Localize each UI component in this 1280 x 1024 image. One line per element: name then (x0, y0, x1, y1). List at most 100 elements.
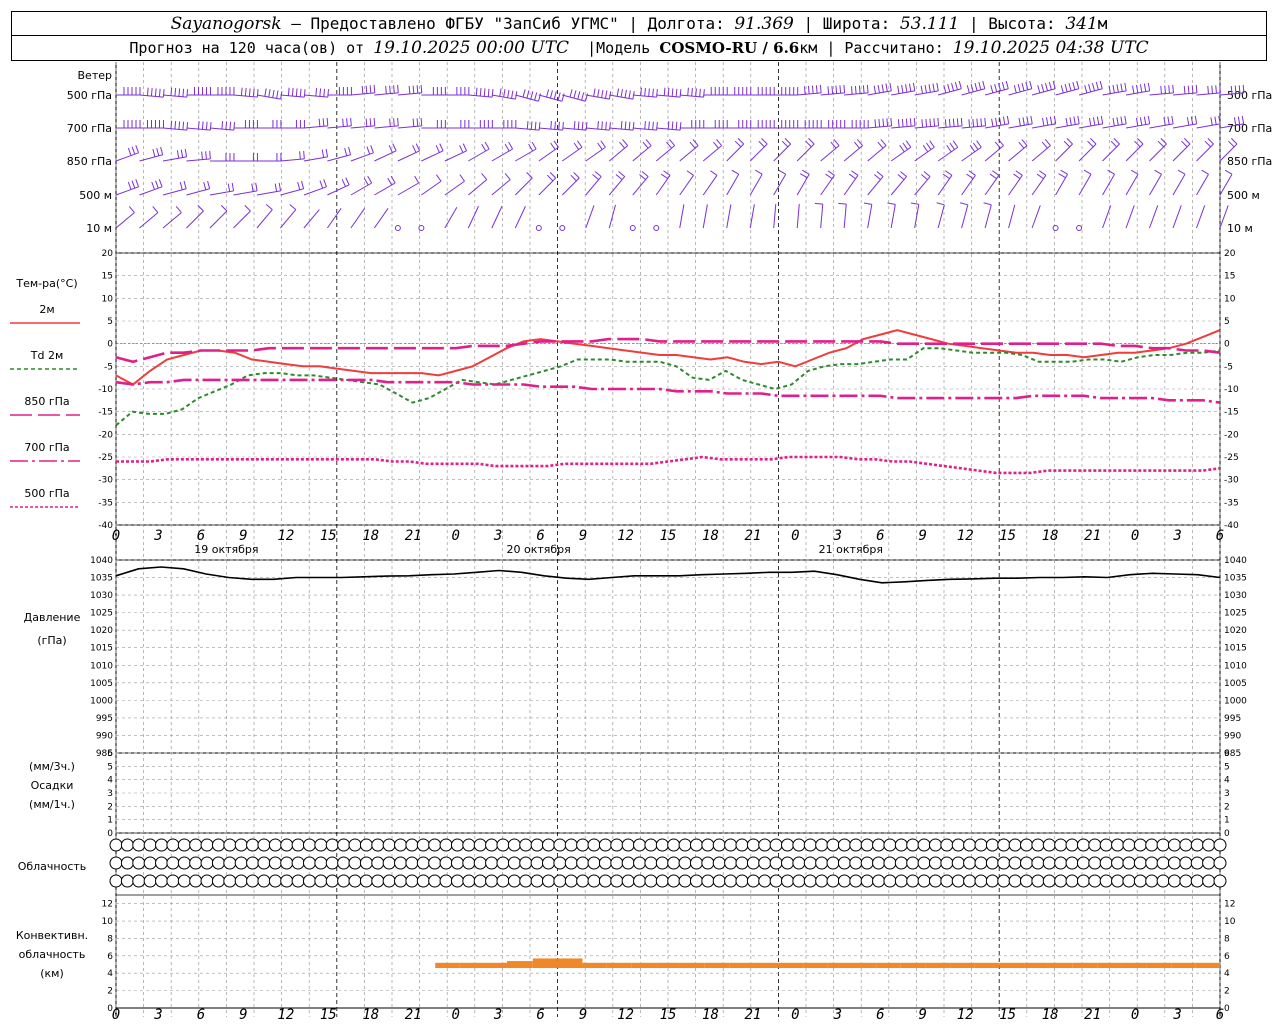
cloud-marker (166, 838, 180, 852)
wind-barb (585, 88, 612, 100)
barb-feather (1068, 83, 1072, 91)
cloud-marker (689, 856, 703, 870)
barb-feather (1065, 117, 1068, 127)
wind-barb (863, 202, 873, 229)
barb-feather (920, 85, 924, 94)
wind-barb (186, 121, 212, 131)
barb-feather (652, 121, 654, 130)
barb-feather (459, 145, 464, 153)
barb-feather (1191, 85, 1194, 94)
x-tick-bottom: 15 (999, 1007, 1016, 1023)
barb-feather (1120, 116, 1123, 125)
barb-feather (481, 143, 487, 152)
precip-tick-left: 2 (107, 802, 113, 812)
wind-barb (209, 153, 235, 162)
barb-feather (387, 177, 393, 186)
barb-feather (932, 83, 935, 92)
wind-barb (1196, 138, 1214, 162)
barb-feather (1095, 81, 1099, 90)
cloud-marker (1054, 874, 1068, 888)
conv-bar (704, 962, 730, 969)
barb-feather (295, 88, 298, 97)
cloud-marker (724, 856, 738, 870)
cloud-marker (109, 856, 123, 870)
barb-feather (483, 88, 486, 97)
precip-tick-right: 1 (1224, 816, 1230, 826)
barb-feather (905, 84, 908, 93)
barb-feather (553, 91, 557, 100)
barb-feather (1041, 84, 1045, 93)
barb-feather (397, 84, 399, 93)
pressure-tick-left: 995 (96, 714, 113, 724)
cloud-marker (109, 838, 123, 852)
barb-feather (1021, 139, 1028, 146)
wind-barb (280, 180, 305, 196)
temp-tick-right: -20 (1224, 430, 1239, 440)
barb-feather (952, 140, 959, 148)
wind-barb (773, 204, 777, 229)
x-tick-top: 3 (1172, 528, 1181, 544)
barb-feather (966, 173, 974, 180)
precip-unit-3h: (мм/3ч.) (29, 760, 75, 773)
wind-barb (444, 174, 465, 196)
cloud-marker (974, 856, 988, 870)
barb-feather (594, 171, 602, 177)
cloud-marker (359, 856, 373, 870)
wind-barb (280, 150, 305, 162)
barb-feather (569, 89, 573, 98)
barb-feather (675, 88, 678, 97)
barb-feather (778, 169, 786, 175)
wind-level-label-right: 10 м (1227, 222, 1253, 235)
barb-feather (921, 174, 928, 181)
barb-feather (538, 122, 541, 131)
barb-feather (889, 82, 892, 91)
cloud-marker (530, 874, 544, 888)
barb-feather (689, 141, 696, 149)
barb-shaft (679, 175, 694, 196)
barb-feather (487, 88, 490, 97)
cloud-marker (314, 874, 328, 888)
pressure-tick-left: 1025 (90, 609, 113, 619)
barb-feather (731, 169, 739, 175)
wind-barb (209, 182, 235, 196)
barb-feather (1088, 84, 1092, 93)
temp-tick-right: -35 (1224, 498, 1239, 508)
cloud-marker (496, 838, 510, 852)
wind-barb (773, 87, 799, 96)
barb-feather (1049, 116, 1053, 125)
cloud-marker (587, 874, 601, 888)
cloud-marker (803, 838, 817, 852)
wind-barb (750, 87, 775, 96)
conv-bar (582, 962, 607, 969)
barb-feather (152, 149, 156, 157)
barb-feather (984, 117, 987, 126)
wind-barb (1149, 84, 1174, 96)
temp-tick-right: 15 (1224, 272, 1235, 282)
barb-feather (491, 89, 494, 98)
wind-barb (562, 121, 588, 131)
barb-feather (557, 92, 561, 101)
barb-feather (186, 122, 189, 131)
barb-shaft (655, 145, 675, 162)
barb-feather (1124, 115, 1127, 124)
cloud-marker (1008, 838, 1022, 852)
cloud-marker (257, 838, 271, 852)
barb-feather (1157, 140, 1165, 148)
barb-feather (628, 90, 631, 99)
cloud-marker (598, 856, 612, 870)
barb-feather (982, 80, 986, 89)
precip-tick-left: 6 (107, 749, 113, 759)
wind-barb (1031, 115, 1057, 129)
x-tick-bottom: 3 (1172, 1007, 1181, 1023)
barb-shaft (867, 176, 884, 196)
barb-feather (299, 88, 302, 97)
cloud-marker (394, 874, 408, 888)
conv-bar (900, 962, 926, 969)
cloud-marker (405, 856, 419, 870)
wind-barb (655, 139, 676, 162)
barb-feather (615, 174, 623, 181)
wind-barb (1102, 169, 1115, 196)
barb-feather (346, 118, 348, 127)
temp-tick-left: 5 (107, 317, 113, 327)
wind-barb (468, 120, 493, 129)
